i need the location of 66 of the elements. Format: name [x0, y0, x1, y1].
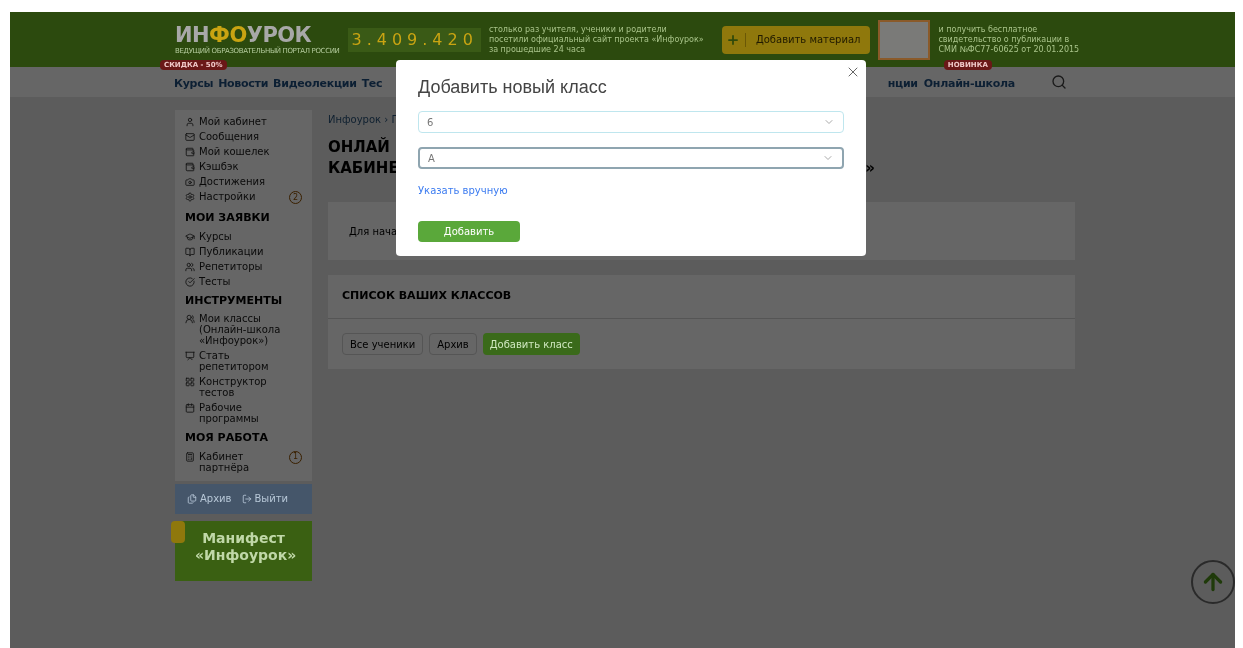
- sidebar-link[interactable]: Тесты: [199, 275, 302, 287]
- sidebar-heading: ИНСТРУМЕНТЫ: [185, 292, 284, 309]
- certificate-caption: и получить бесплатное свидетельство о публикации в СМИ №ФС77-60625 от 20.01.2015: [938, 24, 1081, 55]
- manifesto-banner[interactable]: Манифест «Инфоурок»: [175, 520, 312, 581]
- add-button[interactable]: Добавить: [418, 221, 520, 242]
- sidebar-link[interactable]: Мои классы (Онлайн-школа «Инфоурок»): [199, 313, 302, 346]
- visit-counter: 3.409.420: [348, 27, 481, 52]
- class-button[interactable]: Все ученики: [342, 333, 424, 355]
- page-title: ОНЛАЙ: [328, 137, 391, 158]
- sidebar-link[interactable]: Публикации: [199, 245, 302, 257]
- footer-link[interactable]: Архив: [187, 491, 232, 506]
- intro-text: Для нача: [349, 224, 398, 239]
- sidebar-link[interactable]: Кабинет партнёра: [199, 450, 285, 473]
- check-circle-icon: [185, 276, 195, 287]
- certificate-thumbnail: [878, 19, 931, 60]
- plus-icon: [726, 32, 741, 47]
- nav-link[interactable]: нции: [887, 77, 918, 90]
- search-icon[interactable]: [1051, 74, 1067, 90]
- sidebar-link[interactable]: Кэшбэк: [199, 161, 302, 172]
- class-button[interactable]: Добавить класс: [482, 333, 580, 355]
- sidebar-link[interactable]: Курсы: [199, 230, 302, 242]
- logo[interactable]: ИНФОУРОК: [175, 23, 340, 47]
- page-title: КАБИНЕ: [328, 158, 399, 179]
- class-button[interactable]: Архив: [429, 333, 477, 355]
- sidebar-heading: МОИ ЗАЯВКИ: [185, 210, 271, 226]
- sidebar-link[interactable]: Стать репетитором: [199, 350, 302, 372]
- nav-link[interactable]: Курсы: [174, 77, 214, 90]
- group-icon: [185, 314, 195, 324]
- sidebar-link[interactable]: Мой кабинет: [199, 116, 302, 127]
- envelope-icon: [185, 132, 195, 142]
- camera-icon: [185, 177, 195, 187]
- files-icon: [187, 493, 197, 504]
- calculator-icon: [185, 451, 195, 462]
- sidebar-link[interactable]: Репетиторы: [199, 260, 302, 272]
- sidebar-link[interactable]: Настройки: [199, 191, 285, 202]
- sidebar-link[interactable]: Рабочие программы: [199, 402, 302, 424]
- footer-link[interactable]: Выйти: [241, 491, 289, 506]
- book-icon: [185, 246, 195, 257]
- nav-link[interactable]: Новости: [218, 77, 269, 90]
- wallet-icon: [185, 147, 195, 157]
- manual-entry-link[interactable]: Указать вручную: [418, 183, 508, 198]
- counter-caption: столько раз учителя, ученики и родители посетили официальный сайт проекта «Инфоурок» за прошедшие 24 часа: [488, 24, 704, 55]
- scroll-up-button[interactable]: [1191, 560, 1235, 604]
- grid-icon: [185, 377, 195, 387]
- modal-title: Добавить новый класс: [418, 76, 608, 99]
- wallet-icon: [185, 162, 195, 172]
- sidebar-link[interactable]: Сообщения: [199, 131, 302, 142]
- gear-icon: [185, 192, 195, 202]
- nav-link[interactable]: Тес: [361, 77, 383, 90]
- people-icon: [185, 261, 195, 272]
- sidebar-link[interactable]: Достижения: [199, 176, 302, 187]
- calendar-icon: [185, 403, 195, 413]
- nav-link[interactable]: Видеолекции: [273, 77, 357, 90]
- sidebar-link[interactable]: Мой кошелек: [199, 146, 302, 157]
- class-select[interactable]: 6: [418, 111, 844, 133]
- user-icon: [185, 117, 195, 127]
- add-material-button[interactable]: Добавить материал: [721, 25, 871, 54]
- nav-link[interactable]: Онлайн-школа: [923, 77, 1015, 90]
- sidebar-link[interactable]: Конструктор тестов: [199, 376, 302, 398]
- graduation-cap-icon: [185, 231, 195, 242]
- page-title: »: [865, 157, 875, 179]
- board-icon: [185, 351, 195, 361]
- class-select[interactable]: А: [418, 147, 844, 169]
- section-title: СПИСОК ВАШИХ КЛАССОВ: [342, 288, 512, 305]
- sidebar-heading: МОЯ РАБОТА: [185, 430, 269, 446]
- exit-icon: [241, 493, 252, 504]
